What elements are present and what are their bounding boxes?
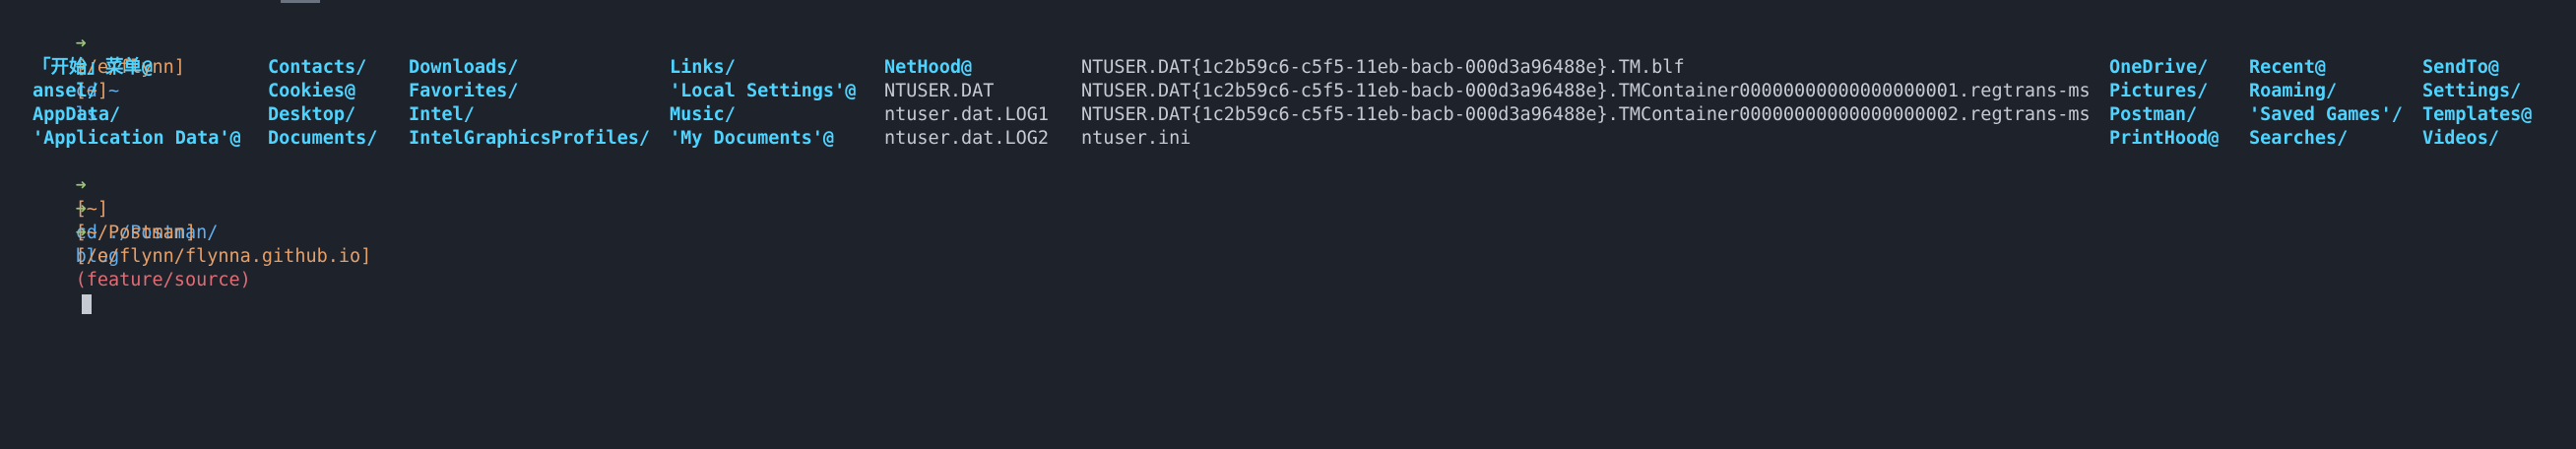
ls-file-entry: NTUSER.DAT{1c2b59c6-c5f5-11eb-bacb-000d3… (1081, 104, 2091, 125)
ls-directory-entry: Settings/ (2422, 81, 2522, 101)
ls-directory-entry: PrintHood@ (2109, 128, 2220, 149)
prompt-path: [/e/flynn/flynna.github.io] (75, 246, 372, 267)
text-cursor[interactable] (81, 294, 92, 314)
ls-file-entry: NTUSER.DAT (884, 81, 995, 101)
ls-directory-entry: Contacts/ (268, 57, 367, 78)
prompt-arrow-icon: ➜ (75, 223, 87, 243)
ls-directory-entry: OneDrive/ (2109, 57, 2209, 78)
scroll-indicator (281, 0, 320, 3)
prompt-line: ➜ [~] ls (32, 32, 108, 125)
ls-directory-entry: Downloads/ (409, 57, 519, 78)
ls-directory-entry: Music/ (670, 104, 736, 125)
ls-file-entry: ntuser.dat.LOG1 (884, 104, 1050, 125)
ls-directory-entry: ansel/ (32, 81, 98, 101)
ls-directory-entry: Desktop/ (268, 104, 356, 125)
ls-directory-entry: 'Local Settings'@ (670, 81, 857, 101)
ls-directory-entry: 「开始」菜单@ (32, 57, 154, 78)
ls-directory-entry: Pictures/ (2109, 81, 2209, 101)
ls-directory-entry: Templates@ (2422, 104, 2533, 125)
ls-directory-entry: AppData/ (32, 104, 121, 125)
prompt-line: ➜ [~] cd ./Postman/ (32, 151, 219, 243)
ls-directory-entry: Searches/ (2249, 128, 2349, 149)
git-branch: (feature/source) (75, 270, 251, 290)
ls-directory-entry: SendTo@ (2422, 57, 2499, 78)
prompt-line: ➜ [~/Postman] blog (32, 174, 197, 267)
ls-directory-entry: Intel/ (409, 104, 475, 125)
ls-directory-entry: 'My Documents'@ (670, 128, 835, 149)
ls-directory-entry: Documents/ (268, 128, 378, 149)
ls-file-entry: NTUSER.DAT{1c2b59c6-c5f5-11eb-bacb-000d3… (1081, 57, 1685, 78)
ls-directory-entry: Recent@ (2249, 57, 2326, 78)
ls-directory-entry: 'Application Data'@ (32, 128, 241, 149)
ls-file-entry: NTUSER.DAT{1c2b59c6-c5f5-11eb-bacb-000d3… (1081, 81, 2091, 101)
prompt-line: ➜ [/e/flynn] cd ~ (32, 9, 185, 101)
current-prompt-line[interactable]: ➜ [/e/flynn/flynna.github.io] (feature/s… (32, 198, 371, 314)
terminal-window[interactable]: ➜ [/e/flynn] cd ~ ➜ [~] ls 「开始」菜单@ Contac… (0, 0, 2576, 449)
ls-directory-entry: Favorites/ (409, 81, 519, 101)
ls-file-entry: ntuser.ini (1081, 128, 1191, 149)
ls-file-entry: ntuser.dat.LOG2 (884, 128, 1050, 149)
ls-directory-entry: Postman/ (2109, 104, 2198, 125)
ls-directory-entry: IntelGraphicsProfiles/ (409, 128, 651, 149)
ls-directory-entry: Cookies@ (268, 81, 356, 101)
ls-directory-entry: NetHood@ (884, 57, 973, 78)
prompt-path: [~/Postman] (75, 223, 197, 243)
ls-directory-entry: 'Saved Games'/ (2249, 104, 2403, 125)
ls-directory-entry: Videos/ (2422, 128, 2499, 149)
ls-directory-entry: Links/ (670, 57, 736, 78)
ls-directory-entry: Roaming/ (2249, 81, 2338, 101)
